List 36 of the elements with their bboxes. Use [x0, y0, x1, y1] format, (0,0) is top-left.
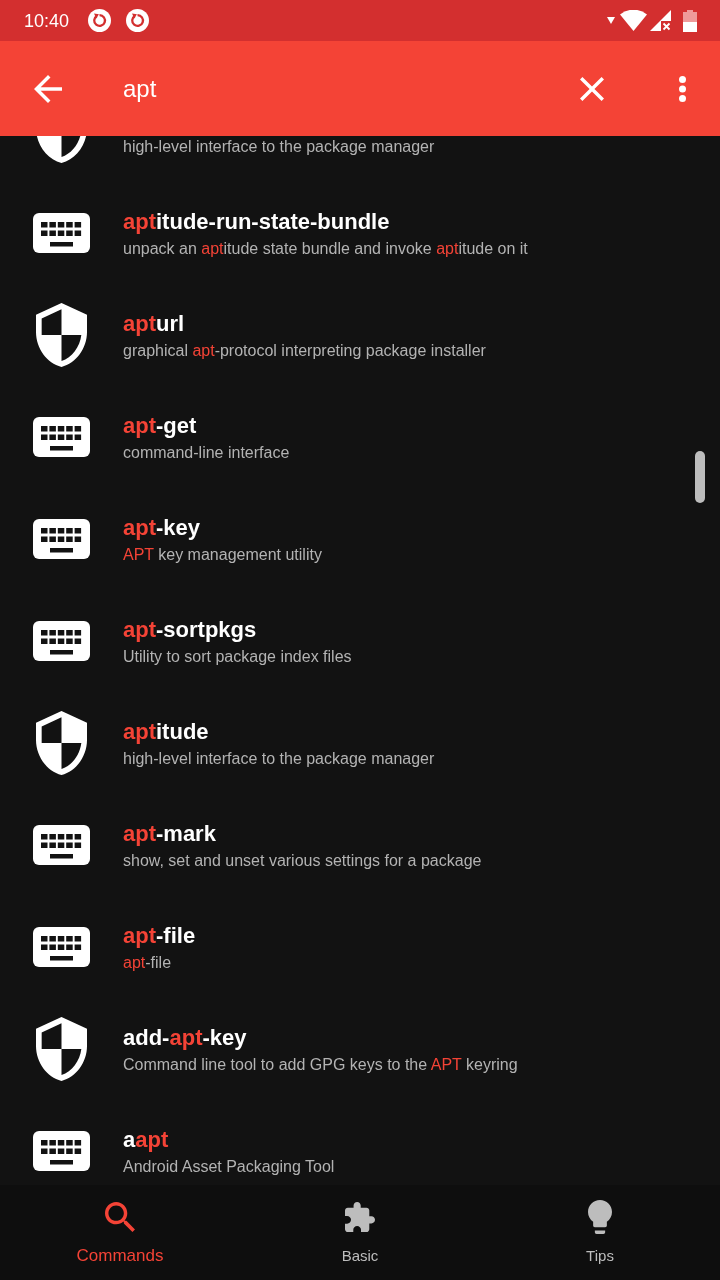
command-name: aapt	[123, 1127, 169, 1153]
command-description: Utility to sort package index files	[123, 647, 352, 667]
command-description: graphical apt-protocol interpreting package installer	[123, 341, 486, 361]
command-description: Command line tool to add GPG keys to the APT keyring	[123, 1055, 518, 1075]
search-icon	[105, 1202, 135, 1232]
command-name: add-apt-key	[123, 1025, 247, 1051]
scrollbar-thumb	[695, 451, 705, 503]
battery-icon	[683, 9, 697, 32]
signal-icon	[650, 10, 671, 31]
nav-tab[interactable]: Tips	[480, 1185, 720, 1280]
puzzle-piece-icon	[345, 1202, 375, 1232]
command-description: unpack an aptitude state bundle and invoke aptitude on it	[123, 239, 528, 259]
command-description: high-level interface to the package manager	[123, 749, 435, 769]
command-description: show, set and unset various settings for a package	[123, 851, 482, 871]
command-name: apt-mark	[123, 821, 216, 847]
nav-tab[interactable]: Basic	[240, 1185, 480, 1280]
command-name: aptitude-run-state-bundle	[123, 209, 390, 235]
command-description: high-level interface to the package manager	[123, 137, 435, 157]
close-icon	[580, 76, 604, 101]
nav-tab[interactable]: Commands	[0, 1185, 240, 1280]
command-name: apturl	[123, 311, 185, 337]
command-name: aptitude	[123, 719, 209, 745]
wifi-icon	[620, 10, 647, 31]
lightbulb-icon	[588, 1200, 612, 1234]
back-arrow-icon	[34, 74, 62, 103]
command-description: APT key management utility	[123, 545, 322, 565]
down-triangle-icon	[607, 17, 615, 24]
command-name: apt-key	[123, 515, 201, 541]
status-time: 10:40	[24, 9, 70, 32]
command-description: apt-file	[123, 953, 172, 973]
command-name: apt-file	[123, 923, 196, 949]
more-vertical-icon	[678, 75, 686, 102]
command-description: command-line interface	[123, 443, 290, 463]
command-name: apt-get	[123, 413, 197, 439]
command-name: apt-sortpkgs	[123, 617, 257, 643]
command-description: Android Asset Packaging Tool	[123, 1157, 335, 1177]
